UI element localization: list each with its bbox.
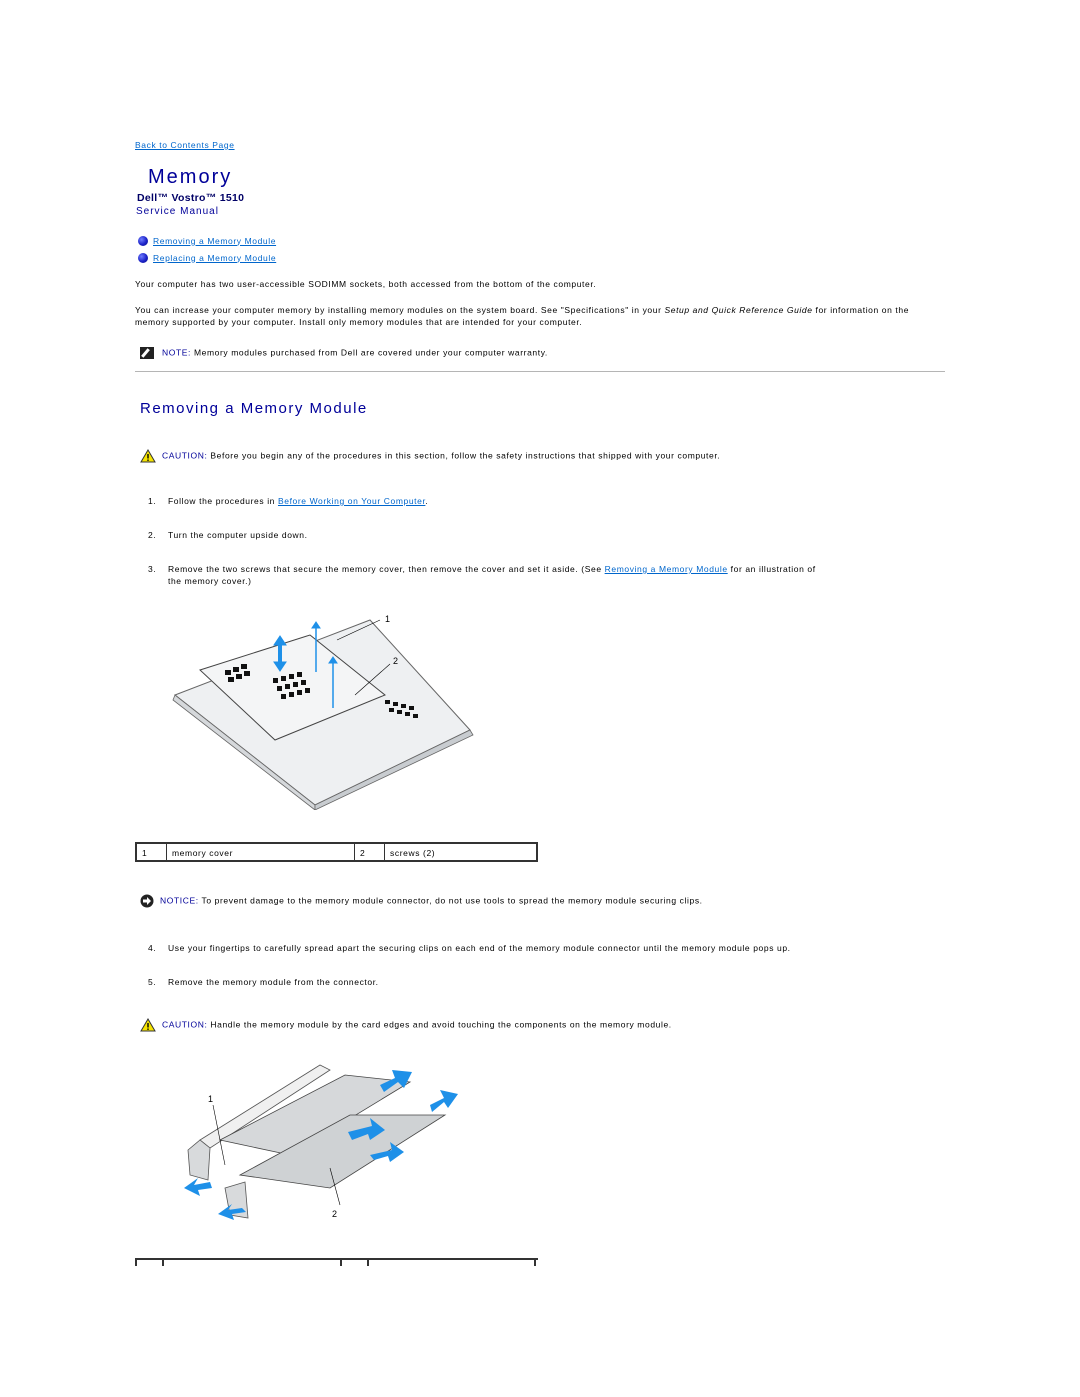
- memory-module-illustration: 1 2: [180, 1060, 460, 1230]
- step-text-cont: for an illustration of: [727, 564, 816, 574]
- note-box: NOTE: Memory modules purchased from Dell…: [140, 347, 950, 359]
- removing-module-link[interactable]: Removing a Memory Module: [605, 564, 728, 574]
- step-number: 4.: [148, 943, 157, 953]
- back-to-contents-link[interactable]: Back to Contents Page: [135, 140, 235, 150]
- intro-paragraph-2: You can increase your computer memory by…: [135, 305, 945, 328]
- caution-triangle-icon: [140, 449, 156, 463]
- toc-link-replacing[interactable]: Replacing a Memory Module: [153, 253, 276, 263]
- toc-link-removing[interactable]: Removing a Memory Module: [153, 236, 276, 246]
- toc-item: Removing a Memory Module: [138, 232, 276, 249]
- step-text: Remove the two screws that secure the me…: [168, 564, 605, 574]
- callout-2: 2: [393, 656, 399, 666]
- caution-text: Handle the memory module by the card edg…: [207, 1019, 672, 1030]
- bullet-icon: [138, 235, 148, 246]
- table-border-tick: [340, 1260, 342, 1266]
- step-number: 3.: [148, 564, 157, 574]
- caution-triangle-icon: [140, 1018, 156, 1032]
- callout-2: 2: [332, 1209, 338, 1219]
- table-border-tick: [367, 1260, 369, 1266]
- divider: [135, 371, 945, 372]
- legend-num: 2: [355, 844, 385, 860]
- section-title: Removing a Memory Module: [140, 400, 368, 417]
- legend-table-2: [135, 1258, 538, 1266]
- p2-text: You can increase your computer memory by…: [135, 305, 665, 315]
- memory-cover-illustration: 1 2: [165, 600, 475, 810]
- before-working-link[interactable]: Before Working on Your Computer: [278, 496, 425, 506]
- caution-box-1: CAUTION: Before you begin any of the pro…: [140, 449, 950, 463]
- table-border-tick: [162, 1260, 164, 1266]
- note-text: Memory modules purchased from Dell are c…: [190, 347, 548, 358]
- step-text: Use your fingertips to carefully spread …: [168, 943, 791, 953]
- legend-label: memory cover: [167, 844, 355, 860]
- product-name: Dell™ Vostro™ 1510: [137, 192, 245, 204]
- legend-table-1: 1 memory cover 2 screws (2): [135, 842, 538, 862]
- notice-text: To prevent damage to the memory module c…: [198, 895, 703, 906]
- step-text-end: .: [425, 496, 429, 506]
- page-title: Memory: [148, 166, 233, 188]
- note-label: NOTE:: [162, 347, 191, 358]
- notice-label: NOTICE:: [160, 895, 199, 906]
- step-1: 1. Follow the procedures in Before Workin…: [148, 496, 938, 508]
- step-number: 1.: [148, 496, 157, 506]
- legend-label: screws (2): [390, 848, 436, 858]
- toc-item: Replacing a Memory Module: [138, 249, 276, 266]
- legend-num: 1: [137, 844, 167, 860]
- guide-title: Setup and Quick Reference Guide: [664, 305, 813, 315]
- step-text: Follow the procedures in: [168, 496, 278, 506]
- step-4: 4. Use your fingertips to carefully sprea…: [148, 943, 938, 955]
- bullet-icon: [138, 252, 148, 263]
- table-of-contents: Removing a Memory Module Replacing a Mem…: [138, 232, 276, 266]
- step-text: Turn the computer upside down.: [168, 530, 308, 540]
- caution-label: CAUTION:: [162, 450, 208, 461]
- step-2: 2. Turn the computer upside down.: [148, 530, 938, 542]
- step-3: 3. Remove the two screws that secure the …: [148, 564, 938, 587]
- caution-box-2: CAUTION: Handle the memory module by the…: [140, 1018, 950, 1032]
- note-pencil-icon: [140, 347, 154, 359]
- callout-1: 1: [385, 614, 391, 624]
- step-number: 5.: [148, 977, 157, 987]
- manual-subtitle: Service Manual: [136, 206, 219, 217]
- intro-paragraph-1: Your computer has two user-accessible SO…: [135, 279, 597, 289]
- caution-text: Before you begin any of the procedures i…: [207, 450, 721, 461]
- step-number: 2.: [148, 530, 157, 540]
- callout-1: 1: [208, 1094, 214, 1104]
- step-text: Remove the memory module from the connec…: [168, 977, 379, 987]
- step-text-line2: the memory cover.): [168, 575, 252, 586]
- caution-label: CAUTION:: [162, 1019, 208, 1030]
- step-5: 5. Remove the memory module from the conn…: [148, 977, 938, 989]
- notice-box: NOTICE: To prevent damage to the memory …: [140, 894, 950, 908]
- table-border-tick: [534, 1260, 536, 1266]
- table-border-tick: [135, 1260, 137, 1266]
- notice-arrow-icon: [140, 894, 154, 908]
